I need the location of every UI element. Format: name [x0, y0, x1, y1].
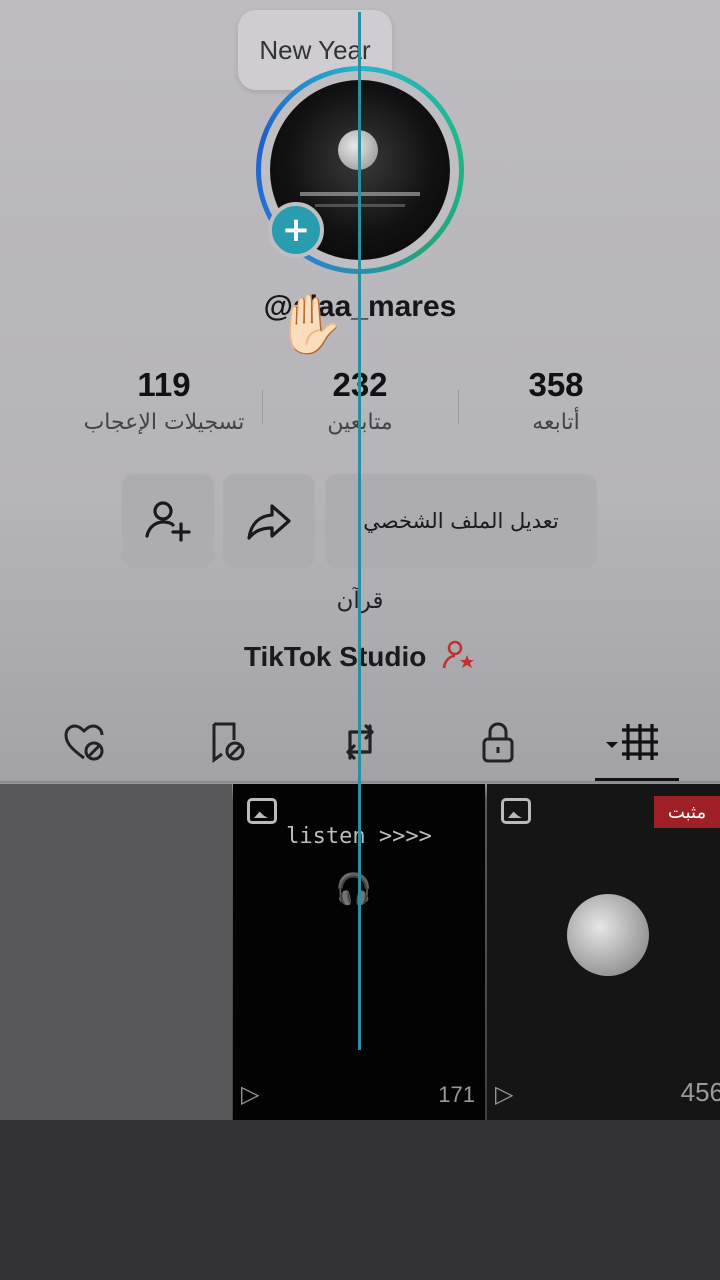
video-cell-empty	[0, 784, 232, 1120]
view-count: 171	[438, 1082, 475, 1107]
bookmark-hidden-icon	[212, 722, 245, 763]
stat-following-value: 358	[528, 366, 584, 403]
tab-favorites[interactable]	[190, 712, 262, 772]
note-text: New Year	[259, 34, 371, 65]
video-cell[interactable]: مثبت ▷ 456	[487, 784, 720, 1120]
touch-hand-icon: ✋🏻	[274, 290, 347, 358]
tab-private[interactable]	[462, 712, 534, 772]
add-story-button[interactable]: +	[268, 202, 324, 258]
stat-likes[interactable]: 119 تسجيلات الإعجاب	[64, 366, 264, 435]
stat-likes-label: تسجيلات الإعجاب	[83, 410, 245, 435]
stat-following-label: أتابعه	[532, 410, 580, 435]
empty-grid-area	[0, 1120, 720, 1280]
videos-grid-icon	[606, 724, 658, 760]
stat-likes-value: 119	[137, 366, 191, 403]
headphones-icon: 🎧	[335, 872, 373, 907]
edit-profile-button[interactable]: تعديل الملف الشخصي	[325, 474, 597, 568]
share-profile-button[interactable]	[223, 474, 315, 568]
person-star-icon	[434, 640, 476, 672]
liked-hidden-icon	[64, 724, 104, 761]
photo-post-icon	[247, 798, 277, 824]
screen-recording-guide-line	[358, 12, 361, 1050]
share-arrow-icon	[247, 504, 291, 540]
photo-post-icon	[501, 798, 531, 824]
tab-videos[interactable]	[598, 712, 670, 772]
plus-icon: +	[281, 210, 311, 250]
lock-icon	[482, 722, 514, 763]
edit-profile-label: تعديل الملف الشخصي	[363, 509, 559, 533]
video-thumbnail-moon	[567, 894, 649, 976]
add-friend-button[interactable]	[122, 474, 214, 568]
view-count: 456	[680, 1077, 720, 1107]
play-icon: ▷	[495, 1080, 514, 1108]
stat-following[interactable]: 358 أتابعه	[456, 366, 656, 435]
tiktok-studio-label: TikTok Studio	[243, 641, 427, 672]
person-plus-icon	[145, 501, 191, 542]
pinned-badge: مثبت	[654, 796, 720, 828]
tab-liked[interactable]	[48, 712, 120, 772]
play-icon: ▷	[241, 1080, 260, 1108]
